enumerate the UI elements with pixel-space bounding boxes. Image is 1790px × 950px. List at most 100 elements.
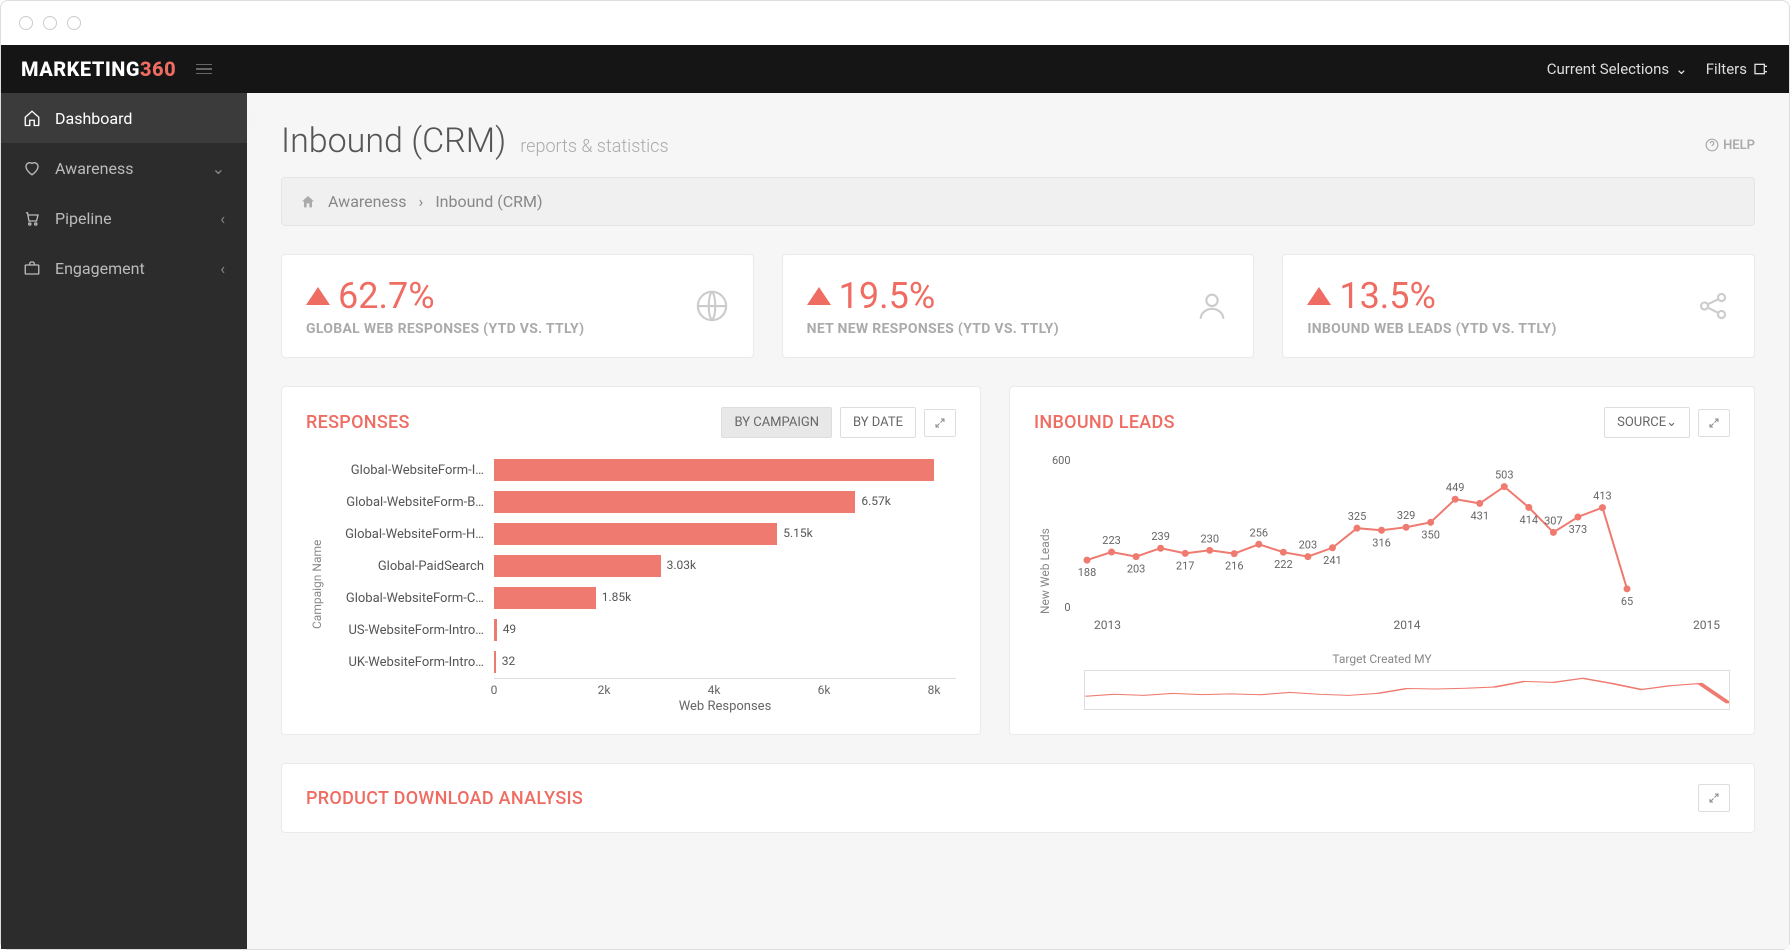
sidebar-item-awareness[interactable]: Awareness ⌄ [1,143,247,193]
tab-by-campaign[interactable]: BY CAMPAIGN [721,407,832,438]
sidebar-item-label: Awareness [55,159,134,178]
chart-y-ticks: 600 0 [1052,454,1077,614]
filters-menu[interactable]: Filters [1706,60,1769,78]
responses-bar-chart: Campaign Name Global-WebsiteForm-I… Glob… [306,454,956,714]
bar-fill [494,587,596,609]
minimize-dot[interactable] [43,16,57,30]
bar-value-label: 3.03k [667,558,696,572]
bar-value-label: 49 [503,622,517,636]
bar-track: 1.85k [494,587,956,609]
chart-y-axis-label: New Web Leads [1034,454,1052,614]
expand-button[interactable] [1698,784,1730,812]
briefcase-icon [23,259,41,277]
svg-text:316: 316 [1372,536,1391,549]
kpi-value: 62.7% [338,275,435,317]
help-label: HELP [1723,138,1755,153]
bar-value-label: 32 [502,654,516,668]
svg-text:188: 188 [1077,566,1096,579]
kpi-net-new-responses: 19.5% NET NEW RESPONSES (YTD VS. TTLY) [782,254,1255,358]
page-title: Inbound (CRM) [281,121,506,161]
bar-track: 32 [494,651,956,673]
chevron-left-icon: ‹ [220,209,225,228]
bar-track [494,459,956,481]
svg-text:449: 449 [1445,481,1464,494]
chart-x-ticks: 2013 2014 2015 [1084,618,1730,632]
expand-button[interactable] [924,409,956,437]
chart-x-axis-label: Web Responses [494,699,956,714]
cart-icon [23,209,41,227]
help-link[interactable]: HELP [1705,138,1755,153]
brand-accent: 360 [140,57,176,81]
svg-text:216: 216 [1225,560,1244,573]
bar-fill [494,459,934,481]
bar-category: US-WebsiteForm-Intro… [324,623,494,638]
bar-value-label: 5.15k [783,526,812,540]
close-dot[interactable] [19,16,33,30]
bar-category: Global-WebsiteForm-C… [324,591,494,606]
panel-responses: RESPONSES BY CAMPAIGN BY DATE Campaign N… [281,386,981,735]
breadcrumb-root[interactable]: Awareness [328,192,407,211]
svg-text:413: 413 [1593,490,1612,503]
svg-text:203: 203 [1298,539,1317,552]
bar-fill [494,491,855,513]
leads-line-chart: 1882232032392172302162562222032413253163… [1077,454,1637,614]
svg-text:230: 230 [1200,532,1219,545]
kpi-label: GLOBAL WEB RESPONSES (YTD VS. TTLY) [306,321,584,337]
bar-category: Global-PaidSearch [324,559,494,574]
chevron-down-icon: ⌄ [1666,415,1677,430]
panel-title: PRODUCT DOWNLOAD ANALYSIS [306,788,583,809]
sidebar-item-engagement[interactable]: Engagement ‹ [1,243,247,293]
svg-text:503: 503 [1495,469,1514,482]
zoom-dot[interactable] [67,16,81,30]
bar-category: Global-WebsiteForm-I… [324,463,494,478]
source-dropdown[interactable]: SOURCE⌄ [1604,407,1690,438]
svg-text:373: 373 [1568,523,1587,536]
trend-up-icon [306,287,330,305]
sidebar-item-label: Pipeline [55,209,112,228]
kpi-label: NET NEW RESPONSES (YTD VS. TTLY) [807,321,1059,337]
svg-text:325: 325 [1347,510,1366,523]
current-selections-menu[interactable]: Current Selections ⌄ [1547,60,1688,78]
bar-category: Global-WebsiteForm-B… [324,495,494,510]
mini-chart[interactable] [1084,670,1730,710]
current-selections-label: Current Selections [1547,60,1669,78]
bar-category: UK-WebsiteForm-Intro… [324,655,494,670]
expand-icon [1708,417,1720,429]
x-tick: 0 [491,683,498,697]
user-icon [1195,289,1229,323]
help-icon [1705,138,1719,152]
bar-track: 6.57k [494,491,956,513]
x-tick: 2014 [1394,618,1421,632]
svg-text:222: 222 [1274,558,1293,571]
svg-text:239: 239 [1151,530,1170,543]
hamburger-icon[interactable] [196,64,212,75]
home-icon [23,109,41,127]
filters-label: Filters [1706,60,1747,78]
bar-fill [494,523,777,545]
bar-row: UK-WebsiteForm-Intro… 32 [324,646,956,678]
expand-icon [1708,792,1720,804]
bar-row: Global-WebsiteForm-C… 1.85k [324,582,956,614]
x-tick: 6k [818,683,831,697]
svg-text:307: 307 [1544,514,1563,527]
bar-row: Global-WebsiteForm-B… 6.57k [324,486,956,518]
expand-button[interactable] [1698,409,1730,437]
window-titlebar [1,1,1789,45]
kpi-inbound-leads: 13.5% INBOUND WEB LEADS (YTD VS. TTLY) [1282,254,1755,358]
sidebar-item-dashboard[interactable]: Dashboard [1,93,247,143]
svg-text:329: 329 [1396,509,1415,522]
svg-text:431: 431 [1470,509,1489,522]
top-nav: MARKETING360 Current Selections ⌄ Filter… [1,45,1789,93]
svg-text:223: 223 [1102,534,1121,547]
bar-row: Global-WebsiteForm-I… [324,454,956,486]
sidebar-item-pipeline[interactable]: Pipeline ‹ [1,193,247,243]
svg-text:65: 65 [1620,595,1632,608]
chevron-left-icon: ‹ [220,259,225,278]
y-tick: 0 [1052,601,1071,614]
panel-product-download: PRODUCT DOWNLOAD ANALYSIS [281,763,1755,833]
globe-icon [695,289,729,323]
bar-fill [494,651,496,673]
tab-by-date[interactable]: BY DATE [840,407,916,438]
panel-inbound-leads: INBOUND LEADS SOURCE⌄ New Web Leads 600 … [1009,386,1755,735]
breadcrumb-separator: › [419,192,424,211]
